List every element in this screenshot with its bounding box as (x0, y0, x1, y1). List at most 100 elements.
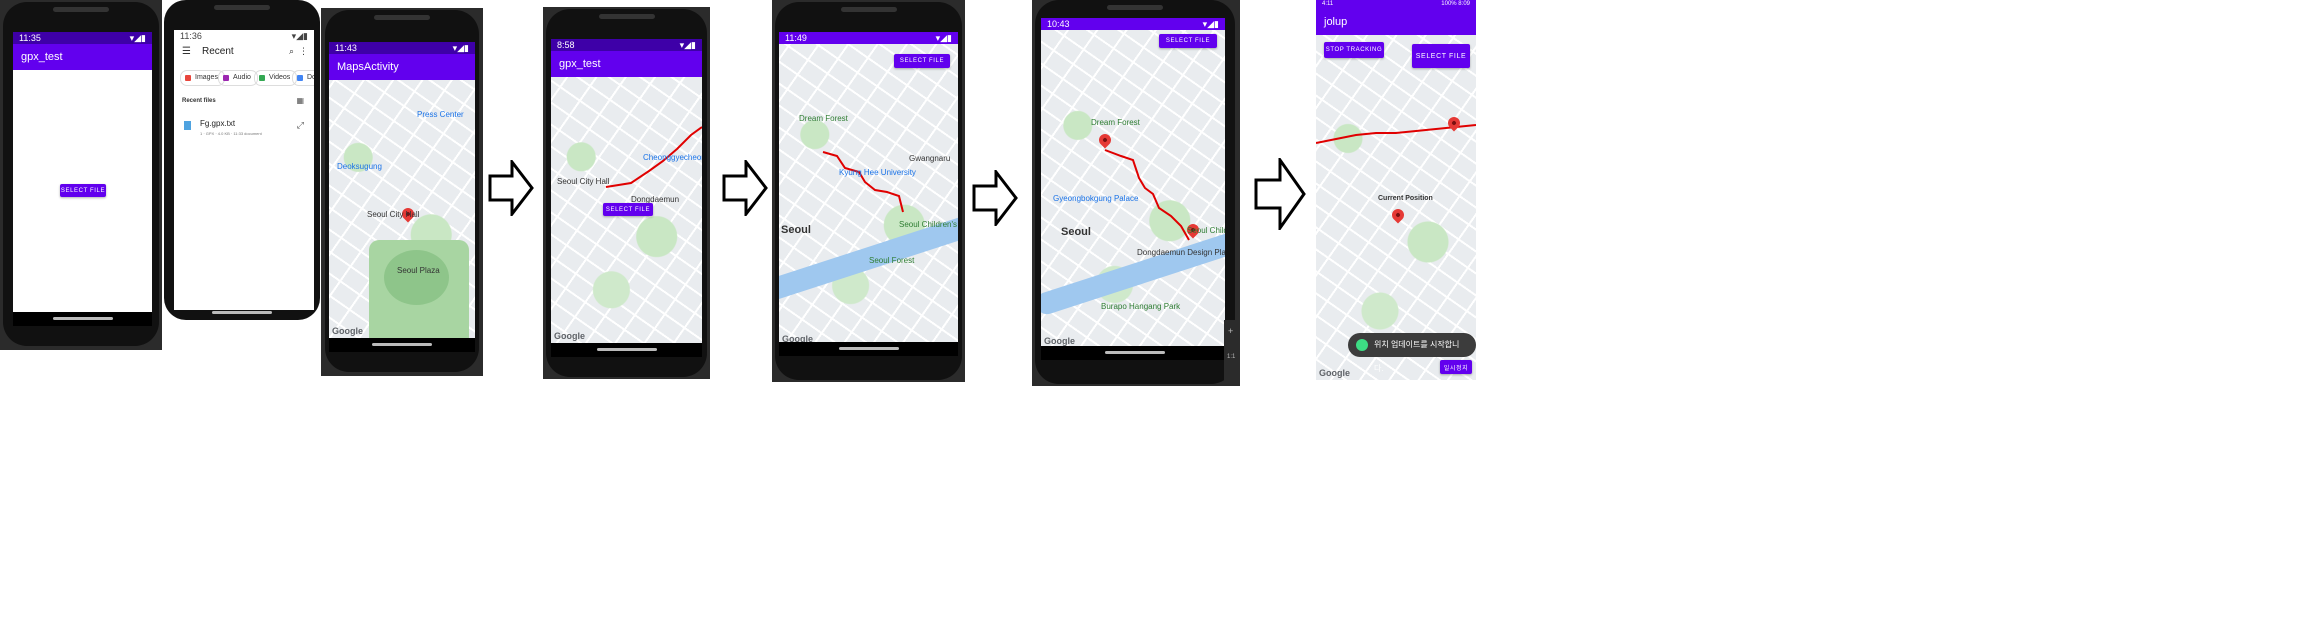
map-label: Dream Forest (1091, 118, 1140, 127)
map-view[interactable]: Seoul City Hall Seoul Plaza Press Center… (329, 80, 475, 338)
screen-3: 11:43 ▾◢▮ MapsActivity Seoul City Hall Se… (329, 42, 475, 338)
status-bar: 11:35 ▾◢▮ (13, 32, 152, 44)
screen-5: 11:49 ▾◢▮ SELECT FILE Dream Forest Kyung … (779, 32, 958, 346)
select-file-button[interactable]: SELECT FILE (894, 54, 950, 68)
arrow-right-icon (972, 170, 1018, 226)
map-label: Seoul Forest (869, 256, 915, 265)
screen-1: 11:35 ▾◢▮ gpx_test SELECT FILE (13, 32, 152, 314)
status-bar: 11:49 ▾◢▮ (779, 32, 958, 44)
speaker (840, 7, 897, 12)
status-icons: ▾◢▮ (452, 43, 469, 53)
chip-label: Audio (233, 74, 251, 81)
nav-bar (1041, 346, 1229, 360)
status-bar: 8:58 ▾◢▮ (551, 39, 702, 51)
map-label: Gwangnaru (909, 154, 951, 163)
select-file-button[interactable]: SELECT FILE (1159, 34, 1217, 48)
gpx-route (1316, 124, 1476, 144)
map-view[interactable]: Cheonggyecheon Seoul City Hall Dongdaemu… (551, 77, 702, 343)
android-icon (1356, 339, 1368, 351)
status-time: 8:58 (557, 40, 575, 50)
file-name: Fg.gpx.txt (200, 119, 236, 128)
map-label: Burapo Hangang Park (1101, 302, 1181, 311)
chip-icon (259, 75, 265, 81)
filter-chip[interactable]: Videos (254, 70, 298, 86)
screen-7: 4:11 100% 8:09 jolup Current Position Go… (1316, 0, 1476, 380)
speaker (214, 5, 270, 10)
google-logo: Google (1319, 368, 1350, 378)
file-row[interactable]: Fg.gpx.txt 1 · GPX · 4.0 KB · 11:33 docu… (174, 118, 314, 144)
app-bar: MapsActivity (329, 54, 475, 80)
phone-body: 11:43 ▾◢▮ MapsActivity Seoul City Hall Se… (325, 10, 479, 372)
status-icons: ▾◢▮ (679, 40, 696, 50)
zoom-ratio: 1:1 (1227, 354, 1236, 360)
more-icon[interactable]: ⋮ (299, 46, 308, 57)
map-label: Dongdaemun Design Plaza (1137, 248, 1225, 257)
expand-icon[interactable]: ⤢ (297, 120, 304, 131)
phone-body: 11:49 ▾◢▮ SELECT FILE Dream Forest Kyung … (775, 2, 962, 380)
app-bar: jolup (1316, 9, 1476, 35)
status-icons: ▾◢▮ (291, 31, 308, 41)
home-pill[interactable] (52, 317, 113, 320)
arrow-right-icon (1254, 158, 1306, 230)
arrow-right-icon (722, 160, 768, 216)
speaker (53, 7, 109, 12)
section-label: Recent files (182, 98, 216, 104)
speaker (1107, 5, 1163, 10)
status-time: 11:35 (19, 33, 41, 43)
nav-bar (551, 343, 702, 357)
status-bar: 10:43 ▾◢▮ (1041, 18, 1225, 30)
map-label: Deoksugung (337, 162, 382, 171)
search-icon[interactable]: ⌕ (289, 46, 294, 57)
map-label: Cheonggyecheon (643, 153, 702, 162)
select-file-button[interactable]: SELECT FILE (1412, 44, 1470, 68)
app-bar: gpx_test (551, 51, 702, 77)
status-time: 11:36 (180, 31, 202, 41)
phone-frame-4: 8:58 ▾◢▮ gpx_test Cheonggyecheon Seoul Ci… (543, 7, 710, 379)
home-pill[interactable] (372, 343, 432, 346)
google-logo: Google (332, 326, 363, 336)
pause-button[interactable]: 일시정지 (1440, 360, 1472, 374)
stop-tracking-button[interactable]: STOP TRACKING (1324, 42, 1384, 58)
grid-view-icon[interactable]: ▦ (296, 96, 304, 105)
map-label: Seoul Plaza (397, 266, 440, 275)
filter-chip[interactable]: Doc (292, 70, 314, 86)
map-label: Seoul (1061, 226, 1091, 238)
nav-bar (779, 342, 958, 356)
map-view[interactable]: SELECT FILE Dream Forest Kyung Hee Unive… (779, 44, 958, 346)
map-view[interactable]: Current Position Google (1316, 35, 1476, 380)
phone-frame-5: 11:49 ▾◢▮ SELECT FILE Dream Forest Kyung … (772, 0, 965, 382)
home-pill[interactable] (838, 347, 899, 350)
phone-frame-2: 11:36 ▾◢▮ ☰ Recent ⌕ ⋮ Images Audio Videos D… (164, 0, 320, 320)
filter-chip[interactable]: Audio (218, 70, 258, 86)
chip-label: Images (195, 74, 218, 81)
status-icons: ▾◢▮ (1202, 19, 1219, 29)
home-pill[interactable] (212, 311, 272, 314)
map-view[interactable]: SELECT FILE Dream Forest Gyeongbokgung P… (1041, 30, 1225, 348)
gpx-route (1104, 149, 1190, 241)
home-pill[interactable] (596, 348, 657, 351)
plus-icon[interactable]: + (1228, 326, 1233, 336)
map-label: Press Center (417, 110, 464, 119)
menu-icon[interactable]: ☰ (182, 46, 191, 57)
status-time: 10:43 (1047, 19, 1070, 29)
phone-frame-3: 11:43 ▾◢▮ MapsActivity Seoul City Hall Se… (321, 8, 483, 376)
status-icons: ▾◢▮ (935, 33, 952, 43)
chip-icon (223, 75, 229, 81)
phone-frame-6: 10:43 ▾◢▮ SELECT FILE Dream Forest Gyeong… (1032, 0, 1240, 386)
filter-chips: Images Audio Videos Doc (180, 70, 314, 86)
screen-4: 8:58 ▾◢▮ gpx_test Cheonggyecheon Seoul Ci… (551, 39, 702, 343)
status-bar: 11:36 ▾◢▮ (174, 30, 314, 42)
plaza-oval (384, 250, 449, 305)
phone-frame-1: 11:35 ▾◢▮ gpx_test SELECT FILE (0, 0, 162, 350)
map-label: Seoul City Hall (557, 177, 610, 186)
map-label: Seoul (781, 224, 811, 236)
select-file-button[interactable]: SELECT FILE (60, 184, 106, 197)
select-file-button[interactable]: SELECT FILE (603, 203, 653, 216)
status-bar: 11:43 ▾◢▮ (329, 42, 475, 54)
home-pill[interactable] (1105, 351, 1165, 354)
arrow-right-icon (488, 160, 534, 216)
map-label: Seoul Children's Grand Park (899, 220, 958, 229)
app-bar: gpx_test (13, 44, 152, 70)
speaker (598, 14, 655, 19)
screen-6: 10:43 ▾◢▮ SELECT FILE Dream Forest Gyeong… (1041, 18, 1225, 348)
